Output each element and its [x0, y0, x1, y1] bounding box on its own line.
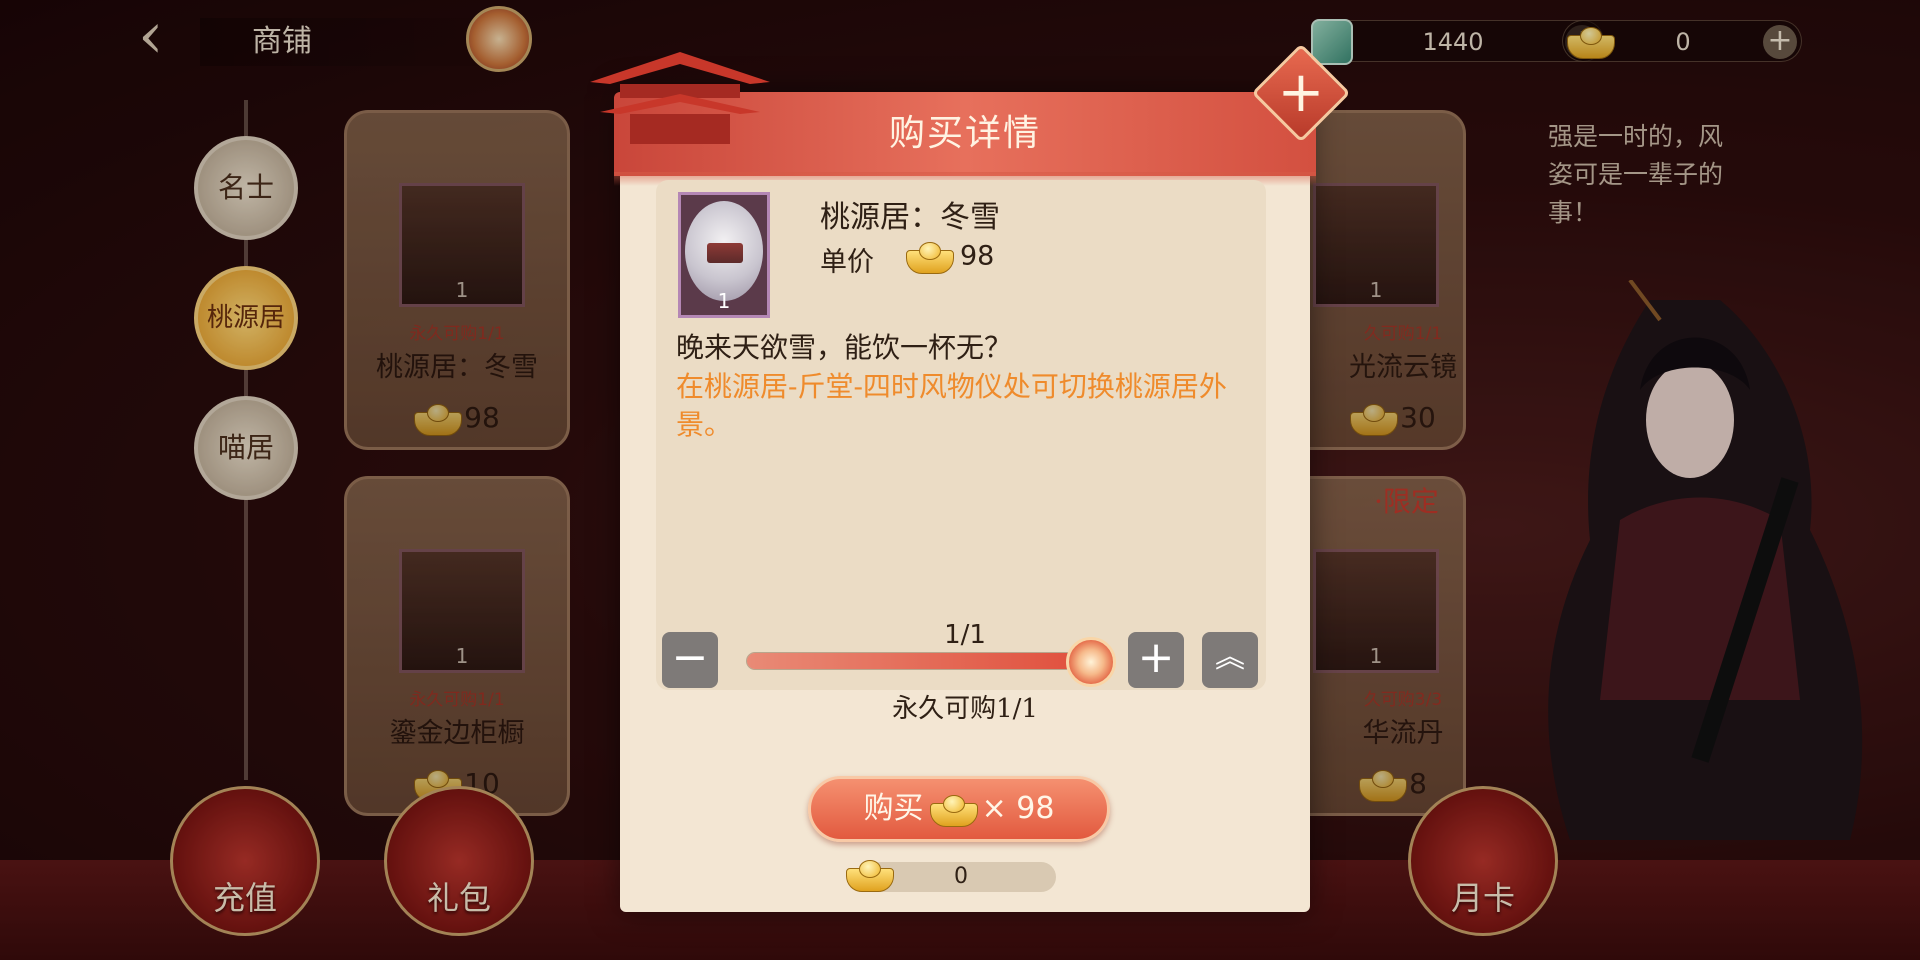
gold-ingot-icon	[906, 240, 954, 274]
buy-label: 购买	[863, 791, 924, 826]
balance-value: 0	[954, 864, 968, 889]
effect-description: 在桃源居-斤堂-四时风物仪处可切换桃源居外景。	[676, 370, 1227, 441]
decrease-quantity-button[interactable]: −	[662, 632, 718, 688]
gold-balance: 0	[846, 860, 1056, 892]
unit-price: 98	[906, 240, 994, 274]
thumb-count: 1	[717, 289, 731, 313]
slider-fill	[747, 653, 1091, 669]
item-name: 桃源居：冬雪	[820, 200, 1000, 235]
close-icon: +	[1277, 60, 1325, 125]
increase-quantity-button[interactable]: +	[1128, 632, 1184, 688]
quantity-slider[interactable]	[746, 637, 1116, 687]
max-quantity-button[interactable]: ︽	[1202, 632, 1258, 688]
slider-handle[interactable]	[1066, 637, 1116, 687]
unit-price-value: 98	[960, 240, 995, 272]
pavilion-icon	[590, 52, 770, 144]
item-thumbnail: 1	[678, 192, 770, 318]
gold-ingot-icon	[929, 793, 978, 827]
flavor-text: 晚来天欲雪，能饮一杯无？	[676, 331, 1013, 364]
purchase-limit-text: 永久可购1/1	[892, 694, 1038, 724]
buy-button[interactable]: 购买 × 98	[808, 776, 1110, 842]
snow-scene-icon	[685, 201, 763, 301]
unit-price-label: 单价	[820, 247, 874, 278]
purchase-detail-dialog: 购买详情 + 1 桃源居：冬雪 单价 98 晚来天欲雪，能饮一杯无？ 在桃源居-…	[590, 43, 1351, 912]
buy-total: × 98	[981, 791, 1055, 826]
